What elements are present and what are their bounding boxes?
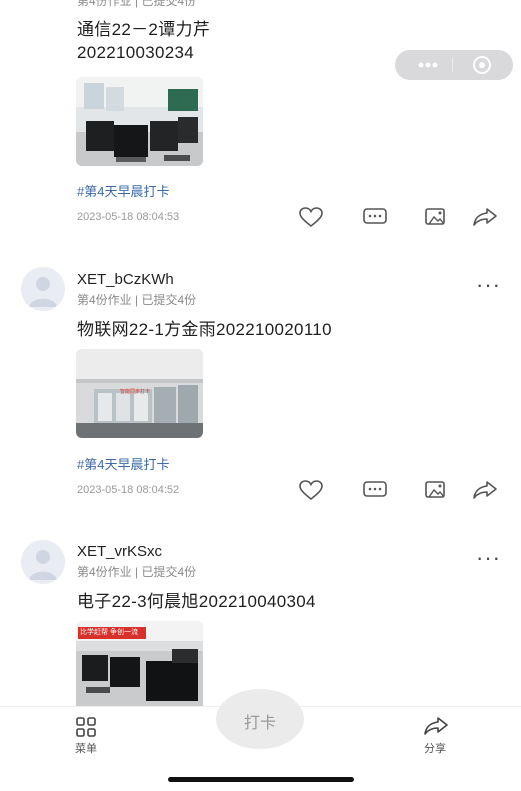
comment-icon[interactable] [362,479,388,501]
share-icon[interactable] [423,716,449,741]
comment-icon[interactable] [362,206,388,228]
share-arrow-icon[interactable] [472,479,498,501]
post-username[interactable]: XET_vrKSxc [77,543,162,560]
like-heart-icon[interactable] [298,479,324,501]
menu-grid-icon[interactable] [75,717,97,742]
avatar[interactable] [21,267,65,311]
post-timestamp: 2023-05-18 08:04:53 [77,211,180,223]
punch-in-label[interactable]: 打卡 [216,709,304,733]
post-subline: 第4份作业 | 已提交4份 [77,293,197,307]
post-more-icon[interactable]: ··· [476,547,501,569]
post-timestamp: 2023-05-18 08:04:52 [77,484,180,496]
home-indicator[interactable] [168,777,354,782]
poster-image-icon[interactable] [423,206,449,228]
post-subline-partial: 第4份作业 | 已提交4份 [77,0,197,8]
post-photo[interactable] [76,77,203,166]
post-tag[interactable]: #第4天早晨打卡 [77,454,169,473]
more-dots-icon[interactable] [410,55,446,75]
post-username[interactable]: XET_bCzKWh [77,271,174,288]
capsule-divider [452,58,453,72]
share-arrow-icon[interactable] [472,206,498,228]
post-subline: 第4份作业 | 已提交4份 [77,565,197,579]
post-content-line1: 通信22－2谭力芹 [77,20,211,39]
tab-share-label[interactable]: 分享 [415,740,455,756]
poster-image-icon[interactable] [423,479,449,501]
photo-overlay-text: 比学赶帮 争创一流 [80,629,138,636]
avatar[interactable] [21,540,65,584]
post-more-icon[interactable]: ··· [476,274,501,296]
tab-menu-label[interactable]: 菜单 [66,740,106,756]
photo-overlay-text: 智能同步打卡 [120,389,151,395]
target-close-icon[interactable] [470,55,494,75]
post-content: 电子22-3何晨旭202210040304 [77,592,316,611]
post-tag[interactable]: #第4天早晨打卡 [77,181,169,200]
post-content: 物联网22-1方金雨202210020110 [77,320,332,339]
like-heart-icon[interactable] [298,206,324,228]
post-content-line2: 202210030234 [77,43,195,62]
